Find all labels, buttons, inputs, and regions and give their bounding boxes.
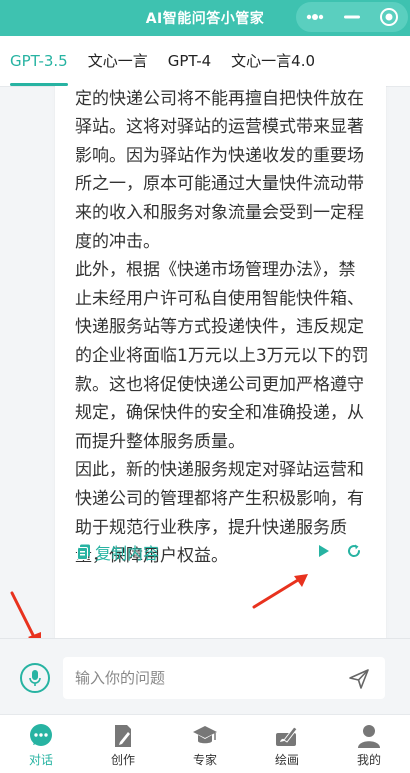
- nav-create[interactable]: 创作: [82, 715, 164, 773]
- copy-icon: [77, 544, 90, 560]
- nav-paint[interactable]: 绘画: [246, 715, 328, 773]
- chat-area[interactable]: 新的快递服务规定实施后，需要遵守规定的快递公司将不能再擅自把快件放在驿站。这将对…: [0, 86, 410, 638]
- play-icon[interactable]: [313, 540, 335, 562]
- copy-button[interactable]: 复制内容: [77, 540, 159, 564]
- nav-expert[interactable]: 专家: [164, 715, 246, 773]
- title-bar: AI智能问答小管家: [0, 0, 410, 36]
- window-controls: [296, 2, 408, 32]
- tab-gpt-3-5[interactable]: GPT-3.5: [0, 36, 78, 86]
- nav-chat-label: 对话: [28, 753, 53, 767]
- question-input[interactable]: [63, 657, 385, 699]
- answer-card: 新的快递服务规定实施后，需要遵守规定的快递公司将不能再擅自把快件放在驿站。这将对…: [55, 86, 386, 638]
- model-tabs: GPT-3.5 文心一言 GPT-4 文心一言4.0: [0, 36, 410, 87]
- paint-icon: [274, 723, 300, 749]
- tab-wenxin-yiyan-4[interactable]: 文心一言4.0: [221, 36, 325, 86]
- refresh-icon[interactable]: [343, 540, 365, 562]
- minimize-icon[interactable]: [339, 4, 365, 30]
- nav-profile[interactable]: 我的: [328, 715, 410, 773]
- copy-label: 复制内容: [95, 544, 160, 563]
- answer-text: 新的快递服务规定实施后，需要遵守规定的快递公司将不能再擅自把快件放在驿站。这将对…: [75, 88, 369, 567]
- bottom-nav: 对话 创作 专家 绘画 我的: [0, 714, 410, 773]
- close-target-icon[interactable]: [376, 4, 402, 30]
- nav-create-label: 创作: [110, 753, 135, 767]
- nav-chat[interactable]: 对话: [0, 715, 82, 773]
- app-title: AI智能问答小管家: [145, 11, 265, 27]
- annotation-arrow-mic: [10, 591, 41, 638]
- graduation-cap-icon: [192, 723, 218, 749]
- nav-profile-label: 我的: [356, 753, 381, 767]
- tab-wenxin-yiyan[interactable]: 文心一言: [78, 36, 158, 86]
- microphone-icon[interactable]: [20, 663, 50, 693]
- more-dots-icon[interactable]: [302, 4, 328, 30]
- tab-gpt-4[interactable]: GPT-4: [158, 36, 221, 86]
- input-bar: [0, 638, 410, 715]
- nav-expert-label: 专家: [192, 753, 217, 767]
- nav-paint-label: 绘画: [274, 753, 299, 767]
- send-icon[interactable]: [348, 668, 370, 690]
- user-icon: [356, 723, 382, 749]
- edit-icon: [110, 723, 136, 749]
- chat-icon: [28, 723, 54, 749]
